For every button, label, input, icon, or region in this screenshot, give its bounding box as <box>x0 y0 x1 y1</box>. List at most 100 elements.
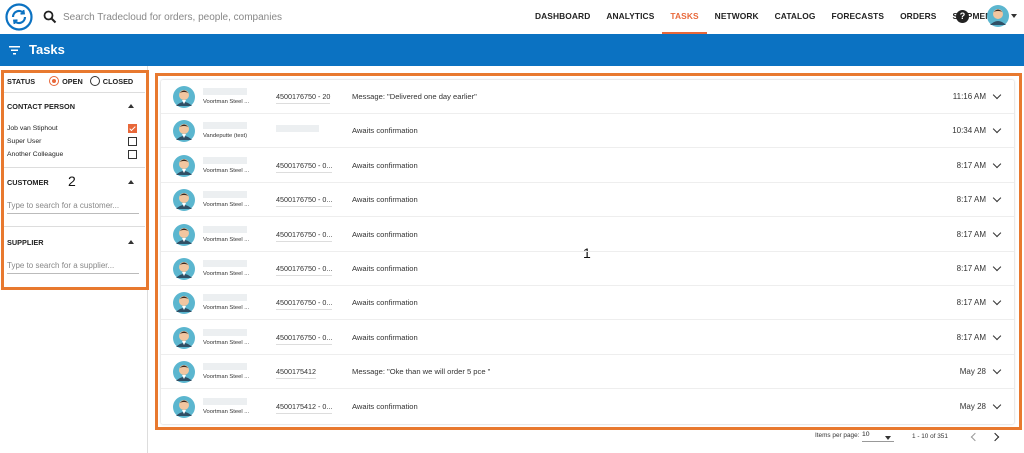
avatar-icon <box>173 189 195 212</box>
task-row[interactable]: Voortman Steel ... 4500176750 - 0... Await… <box>161 149 1014 183</box>
nav-catalog[interactable]: CATALOG <box>767 0 824 34</box>
avatar-icon <box>173 395 195 418</box>
expand-chevron-icon[interactable] <box>992 228 1002 237</box>
company-name: Voortman Steel ... <box>203 271 250 277</box>
contact-name-placeholder <box>203 122 247 130</box>
task-time: May 28 <box>959 367 986 377</box>
task-row[interactable]: Voortman Steel ... 4500176750 - 0... Await… <box>161 252 1014 286</box>
supplier-search-input[interactable] <box>7 261 139 274</box>
task-message: Awaits confirmation <box>352 264 418 273</box>
expand-chevron-icon[interactable] <box>992 125 1002 134</box>
task-message: Message: "Oke than we will order 5 pce " <box>352 367 491 377</box>
contact-checkbox[interactable] <box>128 124 137 133</box>
main-nav: DASHBOARD ANALYTICS TASKS NETWORK CATALO… <box>527 0 1010 34</box>
contact-checkbox[interactable] <box>128 137 137 146</box>
task-message: Message: "Delivered one day earlier" <box>352 92 477 101</box>
supplier-title[interactable]: SUPPLIER <box>7 238 44 247</box>
order-link[interactable]: 4500175412 <box>276 367 316 380</box>
order-link[interactable]: 4500176750 - 0... <box>276 161 333 173</box>
company-name: Vandeputte (test) <box>203 133 248 140</box>
company-name: Voortman Steel ... <box>203 167 250 174</box>
status-open-radio[interactable] <box>49 76 60 86</box>
order-link[interactable]: 4500176750 - 0... <box>276 298 333 311</box>
order-link[interactable]: 4500176750 - 0... <box>276 195 333 208</box>
nav-analytics[interactable]: ANALYTICS <box>598 0 662 34</box>
divider <box>4 226 145 227</box>
avatar-icon <box>173 120 195 143</box>
task-message: Awaits confirmation <box>352 229 418 239</box>
contact-name-placeholder <box>203 156 247 164</box>
select-caret-icon[interactable] <box>885 436 891 440</box>
order-link[interactable]: 4500176750 - 0... <box>276 264 333 276</box>
task-time: 8:17 AM <box>956 332 986 342</box>
task-time: 11:16 AM <box>952 92 986 101</box>
search-icon[interactable] <box>43 10 57 24</box>
search-input[interactable] <box>63 11 363 23</box>
task-row[interactable]: Voortman Steel ... 4500176750 - 20 Message… <box>161 80 1014 114</box>
collapse-caret-icon[interactable] <box>128 240 134 244</box>
expand-chevron-icon[interactable] <box>992 400 1002 409</box>
expand-chevron-icon[interactable] <box>992 193 1002 203</box>
contact-checkbox[interactable] <box>128 150 137 159</box>
divider <box>4 167 145 168</box>
user-menu-caret-icon[interactable] <box>1011 14 1017 18</box>
expand-chevron-icon[interactable] <box>992 297 1002 306</box>
page-header: Tasks <box>0 34 1024 66</box>
annotation-label: 2 <box>68 173 76 189</box>
task-row[interactable]: Voortman Steel ... 4500176750 - 0... Await… <box>161 183 1014 218</box>
contact-name-placeholder <box>203 328 247 336</box>
task-row[interactable]: Voortman Steel ... 4500175412 - 0... Await… <box>161 390 1014 424</box>
order-link[interactable]: 4500176750 - 0... <box>276 333 333 345</box>
order-link[interactable]: 4500175412 - 0... <box>276 402 333 414</box>
user-avatar-icon[interactable] <box>987 5 1009 27</box>
customer-search-input[interactable] <box>7 201 139 214</box>
nav-dashboard[interactable]: DASHBOARD <box>527 0 598 34</box>
items-per-page-label: Items per page: <box>815 432 860 439</box>
task-message: Awaits confirmation <box>352 401 418 411</box>
page-title: Tasks <box>29 42 65 57</box>
task-message: Awaits confirmation <box>352 160 418 170</box>
help-icon[interactable]: ? <box>956 10 969 23</box>
nav-forecasts[interactable]: FORECASTS <box>824 0 893 34</box>
previous-page-icon[interactable] <box>970 432 980 442</box>
company-name: Voortman Steel ... <box>203 202 250 209</box>
company-name: Voortman Steel ... <box>203 236 250 243</box>
tradecloud-logo-icon[interactable] <box>5 3 33 31</box>
nav-tasks[interactable]: TASKS <box>662 0 707 34</box>
customer-title[interactable]: CUSTOMER <box>7 178 49 187</box>
order-link[interactable]: 4500176750 - 20 <box>276 92 331 104</box>
collapse-caret-icon[interactable] <box>128 180 134 184</box>
next-page-icon[interactable] <box>990 432 1000 442</box>
avatar-icon <box>173 292 195 315</box>
expand-chevron-icon[interactable] <box>992 90 1002 100</box>
task-row[interactable]: Voortman Steel ... 4500176750 - 0... Await… <box>161 286 1014 321</box>
filter-toggle-icon[interactable] <box>9 46 20 55</box>
nav-orders[interactable]: ORDERS <box>892 0 944 34</box>
task-row[interactable]: Vandeputte (test) Awaits confirmation 10:3… <box>161 114 1014 149</box>
contact-name-placeholder <box>203 191 247 199</box>
contact-name-placeholder <box>203 225 247 233</box>
contact-person-title[interactable]: CONTACT PERSON <box>7 102 75 111</box>
contact-item-label: Super User <box>7 138 42 145</box>
company-name: Voortman Steel ... <box>203 374 250 381</box>
task-time: 8:17 AM <box>956 264 986 273</box>
contact-name-placeholder <box>203 88 247 95</box>
task-row[interactable]: Voortman Steel ... 4500175412 Message: "Ok… <box>161 355 1014 390</box>
order-link[interactable]: 4500176750 - 0... <box>276 230 333 242</box>
task-row[interactable]: Voortman Steel ... 4500176750 - 0... Await… <box>161 218 1014 252</box>
expand-chevron-icon[interactable] <box>992 365 1002 375</box>
expand-chevron-icon[interactable] <box>992 262 1002 272</box>
contact-item-label: Another Colleague <box>7 151 64 158</box>
status-open-label[interactable]: OPEN <box>62 77 83 86</box>
company-name: Voortman Steel ... <box>203 305 250 312</box>
nav-network[interactable]: NETWORK <box>707 0 767 34</box>
task-row[interactable]: Voortman Steel ... 4500176750 - 0... Await… <box>161 321 1014 355</box>
status-closed-label[interactable]: CLOSED <box>103 77 133 86</box>
status-closed-radio[interactable] <box>89 76 100 86</box>
expand-chevron-icon[interactable] <box>992 159 1002 169</box>
task-message: Awaits confirmation <box>352 332 418 342</box>
expand-chevron-icon[interactable] <box>992 331 1002 341</box>
collapse-caret-icon[interactable] <box>128 104 134 108</box>
task-time: 8:17 AM <box>956 298 986 308</box>
contact-name-placeholder <box>203 397 247 405</box>
